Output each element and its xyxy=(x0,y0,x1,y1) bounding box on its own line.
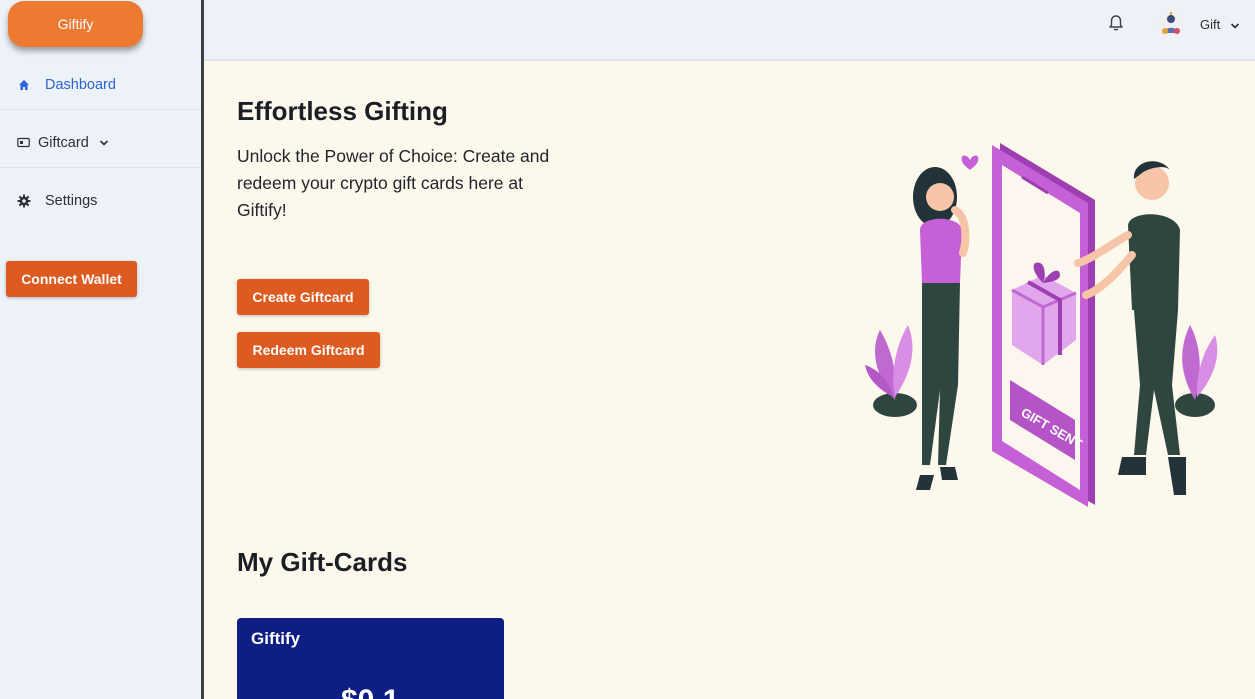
plant-right-icon xyxy=(1175,325,1218,417)
sidebar-item-dashboard[interactable]: Dashboard xyxy=(0,60,201,110)
chevron-down-icon[interactable] xyxy=(1230,17,1240,35)
gifting-illustration: GIFT SENT xyxy=(860,135,1230,515)
gift-card-amount: $0.1 xyxy=(341,684,399,699)
sidebar-item-label: Giftcard xyxy=(38,134,89,151)
connect-wallet-button[interactable]: Connect Wallet xyxy=(6,261,137,297)
home-icon xyxy=(17,78,31,92)
sidebar-item-label: Dashboard xyxy=(45,76,116,93)
plant-left-icon xyxy=(865,325,917,417)
top-bar: Gift xyxy=(204,0,1255,61)
bell-icon[interactable] xyxy=(1108,14,1124,32)
gift-card[interactable]: Giftify $0.1 xyxy=(237,618,504,699)
chevron-down-icon[interactable] xyxy=(99,139,109,147)
avatar[interactable] xyxy=(1156,9,1186,39)
create-giftcard-button[interactable]: Create Giftcard xyxy=(237,279,369,315)
sidebar-item-giftcard[interactable]: Giftcard xyxy=(0,118,201,168)
sidebar: Giftify Dashboard Giftcard Settings Conn… xyxy=(0,0,204,699)
user-name[interactable]: Gift xyxy=(1200,17,1220,32)
card-icon xyxy=(16,136,30,150)
brand-logo-button[interactable]: Giftify xyxy=(8,1,143,47)
gift-card-title: Giftify xyxy=(251,629,301,648)
section-title-gift-cards: My Gift-Cards xyxy=(237,547,408,577)
sidebar-item-label: Settings xyxy=(45,193,98,209)
redeem-giftcard-button[interactable]: Redeem Giftcard xyxy=(237,332,380,368)
sidebar-item-settings[interactable]: Settings xyxy=(0,176,201,226)
hero-subtitle: Unlock the Power of Choice: Create and r… xyxy=(237,146,550,220)
page-title: Effortless Gifting xyxy=(237,96,448,126)
woman-figure-icon xyxy=(913,155,979,490)
gear-icon xyxy=(17,194,31,208)
phone-icon: GIFT SENT xyxy=(992,143,1095,507)
